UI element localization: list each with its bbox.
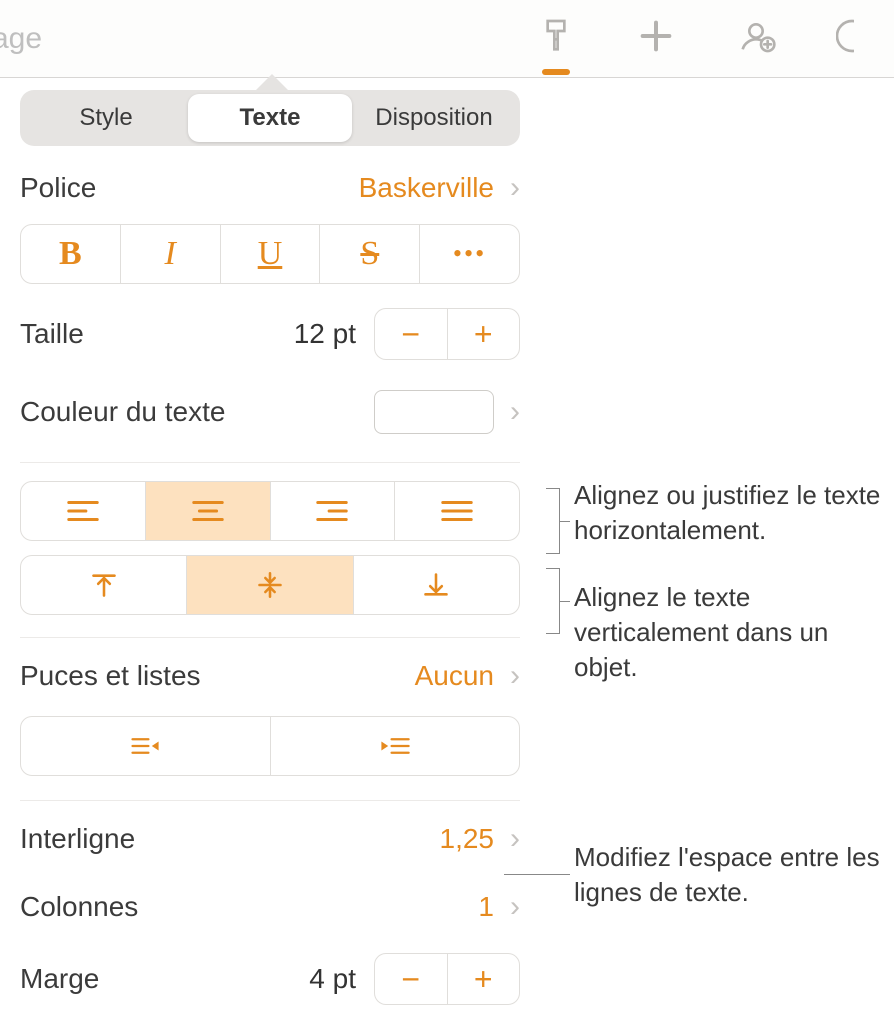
callout-line-spacing: Modifiez l'espace entre les lignes de te… — [574, 840, 894, 910]
margin-decrease-button[interactable]: − — [375, 954, 448, 1004]
horizontal-align-group — [20, 481, 520, 541]
bullets-label: Puces et listes — [20, 660, 201, 692]
bullets-row[interactable]: Puces et listes Aucun › — [20, 644, 520, 708]
text-color-label: Couleur du texte — [20, 396, 225, 428]
chevron-right-icon: › — [510, 890, 520, 924]
columns-label: Colonnes — [20, 891, 138, 923]
align-left-button[interactable] — [21, 482, 146, 540]
indent-button[interactable] — [271, 717, 520, 775]
size-row: Taille 12 pt − + — [20, 302, 520, 366]
margin-value: 4 pt — [309, 963, 356, 995]
inspector-tabs: Style Texte Disposition — [20, 90, 520, 146]
line-spacing-label: Interligne — [20, 823, 135, 855]
font-row[interactable]: Police Baskerville › — [20, 156, 520, 220]
align-justify-button[interactable] — [395, 482, 519, 540]
margin-increase-button[interactable]: + — [448, 954, 520, 1004]
line-spacing-row[interactable]: Interligne 1,25 › — [20, 807, 520, 871]
chevron-right-icon: › — [510, 822, 520, 856]
outdent-button[interactable] — [21, 717, 271, 775]
tab-texte[interactable]: Texte — [188, 94, 352, 142]
italic-button[interactable]: I — [121, 225, 221, 283]
margin-row: Marge 4 pt − + — [20, 947, 520, 1011]
text-color-swatch[interactable] — [374, 390, 494, 434]
text-color-row[interactable]: Couleur du texte › — [20, 380, 520, 444]
vertical-align-group — [20, 555, 520, 615]
size-increase-button[interactable]: + — [448, 309, 520, 359]
valign-middle-button[interactable] — [187, 556, 353, 614]
bullets-value: Aucun — [415, 660, 494, 692]
align-center-button[interactable] — [146, 482, 271, 540]
font-value: Baskerville — [359, 172, 494, 204]
size-stepper: − + — [374, 308, 520, 360]
chevron-right-icon: › — [510, 171, 520, 205]
bold-button[interactable]: B — [21, 225, 121, 283]
underline-button[interactable]: U — [221, 225, 321, 283]
font-label: Police — [20, 172, 96, 204]
columns-row[interactable]: Colonnes 1 › — [20, 875, 520, 939]
callouts-layer: Alignez ou justifiez le texte horizontal… — [540, 0, 894, 1016]
inspector-panel: Style Texte Disposition Police Baskervil… — [0, 78, 540, 1011]
callout-h-align: Alignez ou justifiez le texte horizontal… — [574, 478, 894, 548]
popover-arrow-icon — [256, 74, 288, 90]
line-spacing-value: 1,25 — [440, 823, 495, 855]
text-style-group: B I U S ••• — [20, 224, 520, 284]
align-right-button[interactable] — [271, 482, 396, 540]
valign-top-button[interactable] — [21, 556, 187, 614]
strikethrough-button[interactable]: S — [320, 225, 420, 283]
size-value: 12 pt — [294, 318, 356, 350]
callout-v-align: Alignez le texte verticalement dans un o… — [574, 580, 874, 685]
tab-disposition[interactable]: Disposition — [352, 94, 516, 142]
tab-style[interactable]: Style — [24, 94, 188, 142]
chevron-right-icon: › — [510, 395, 520, 429]
columns-value: 1 — [478, 891, 494, 923]
size-decrease-button[interactable]: − — [375, 309, 448, 359]
size-label: Taille — [20, 318, 84, 350]
more-text-options-button[interactable]: ••• — [420, 225, 519, 283]
margin-label: Marge — [20, 963, 99, 995]
margin-stepper: − + — [374, 953, 520, 1005]
valign-bottom-button[interactable] — [354, 556, 519, 614]
indent-group — [20, 716, 520, 776]
chevron-right-icon: › — [510, 659, 520, 693]
toolbar-left-label: age — [0, 22, 42, 56]
